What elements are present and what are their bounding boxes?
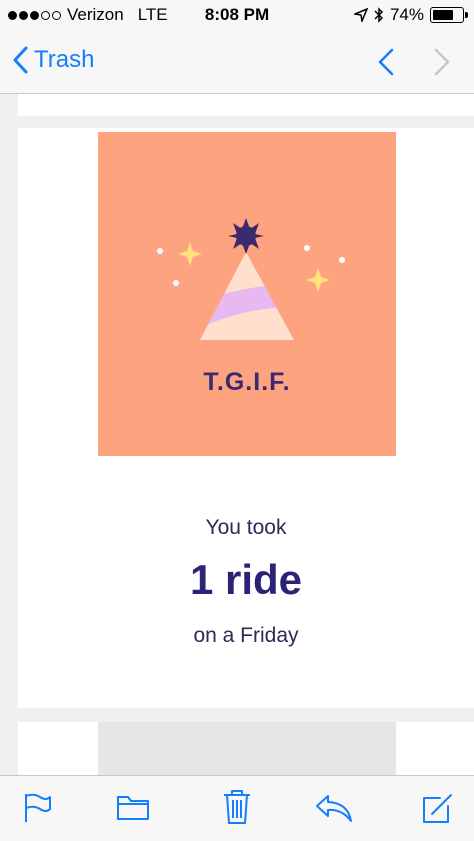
- mail-toolbar: [0, 775, 474, 841]
- next-message-button[interactable]: [428, 46, 456, 83]
- status-bar: Verizon LTE 8:08 PM 74%: [0, 0, 474, 32]
- compose-button[interactable]: [420, 792, 454, 831]
- email-card: T.G.I.F. You took 1 ride on a Friday: [18, 128, 474, 708]
- delete-button[interactable]: [222, 788, 252, 831]
- email-card-next: [18, 722, 474, 775]
- reply-icon: [316, 795, 352, 822]
- battery-percent: 74%: [389, 5, 424, 24]
- compose-icon: [423, 794, 452, 823]
- image-placeholder: [98, 722, 396, 775]
- battery-fill: [433, 10, 453, 20]
- reply-button[interactable]: [314, 792, 354, 829]
- hero-image: T.G.I.F.: [98, 132, 396, 456]
- sparkle-dot: [339, 257, 345, 263]
- nav-bar: Trash: [0, 32, 474, 94]
- back-button[interactable]: Trash: [12, 46, 94, 74]
- sparkle-dot: [304, 245, 310, 251]
- sparkle-star-icon: [306, 268, 330, 292]
- location-icon: [353, 8, 368, 22]
- sparkle-dot: [157, 248, 163, 254]
- move-to-folder-button[interactable]: [116, 792, 150, 827]
- hero-title: T.G.I.F.: [203, 368, 291, 396]
- sparkle-star-icon: [178, 242, 202, 266]
- status-right: 74%: [353, 5, 468, 25]
- previous-message-button[interactable]: [372, 46, 400, 83]
- chevron-left-icon: [13, 46, 28, 74]
- battery-icon: [430, 7, 468, 23]
- summary-line-3: on a Friday: [193, 624, 299, 647]
- flag-button[interactable]: [22, 792, 52, 829]
- chevron-up-icon: [378, 48, 394, 76]
- summary-line-1: You took: [205, 516, 287, 539]
- email-body[interactable]: T.G.I.F. You took 1 ride on a Friday: [0, 94, 474, 775]
- pom-pom: [228, 218, 264, 254]
- bluetooth-icon: [374, 7, 384, 23]
- party-hat-illustration: [157, 218, 345, 340]
- sparkle-dot: [173, 280, 179, 286]
- trash-icon: [224, 790, 250, 824]
- folder-icon: [117, 796, 149, 820]
- flag-icon: [25, 793, 51, 822]
- email-card-top: [18, 94, 474, 116]
- back-button-label: Trash: [34, 46, 95, 73]
- chevron-down-icon: [434, 48, 450, 76]
- ride-count: 1 ride: [189, 556, 303, 603]
